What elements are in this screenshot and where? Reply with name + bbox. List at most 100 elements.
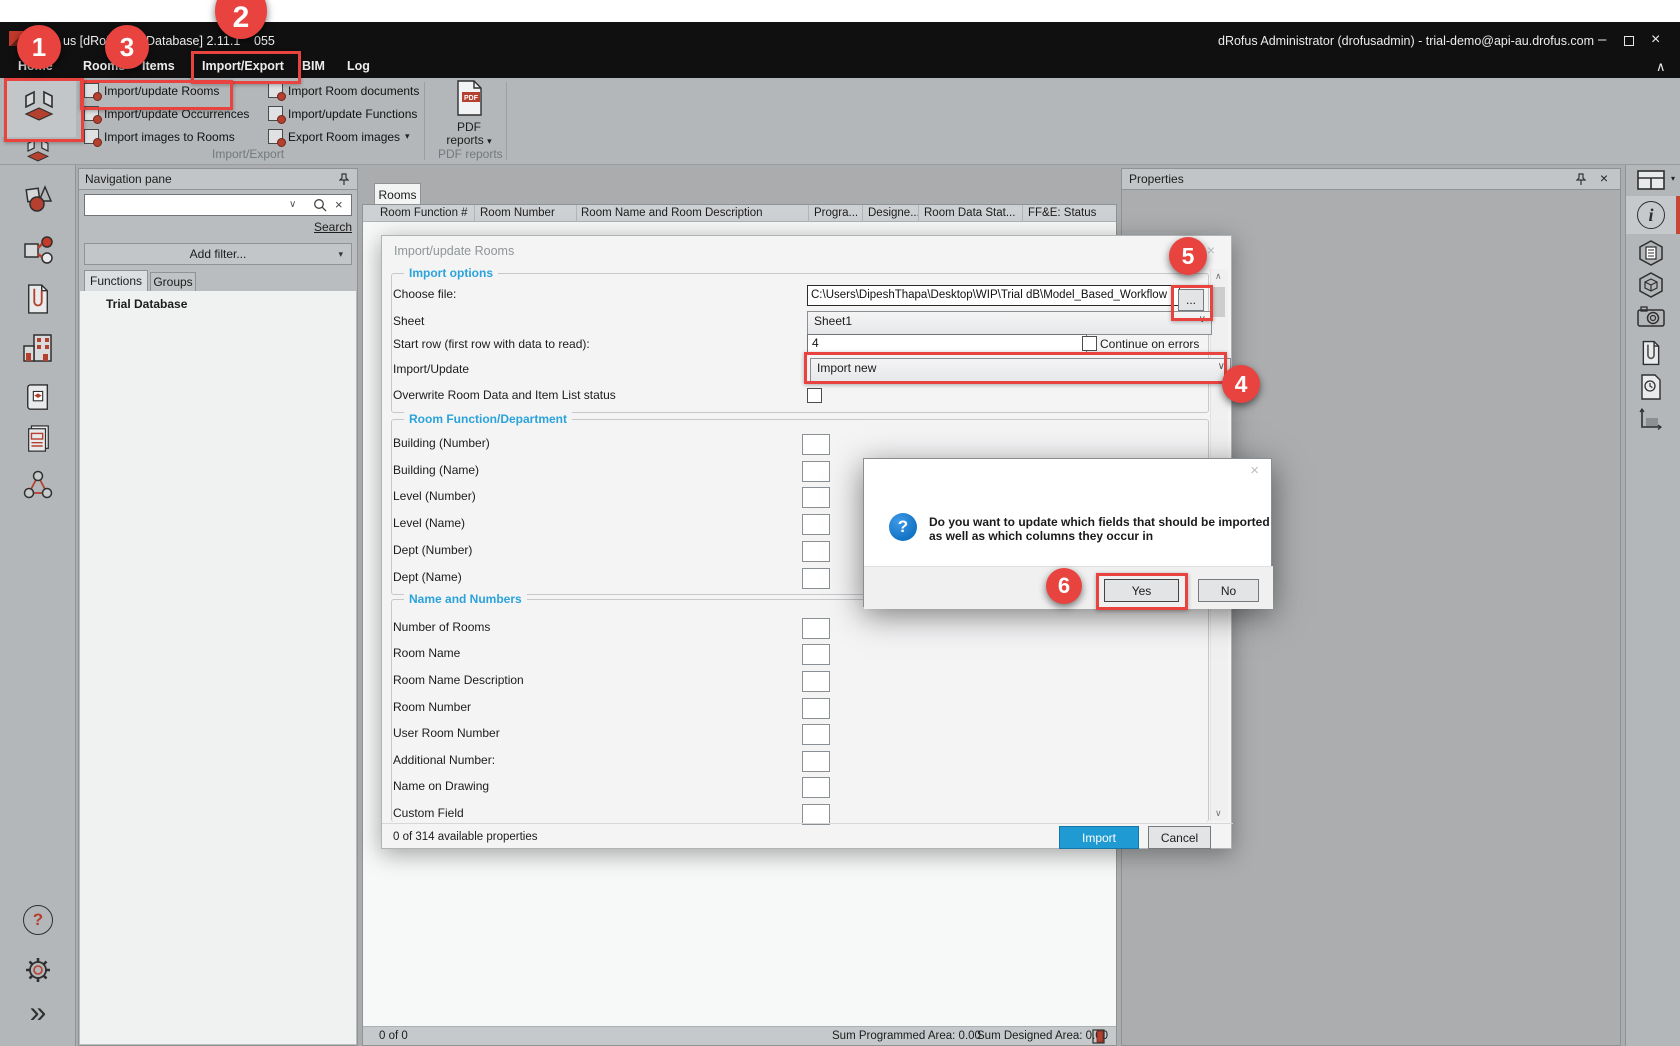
properties-header: Properties ×	[1121, 168, 1621, 190]
attachments-button[interactable]	[1625, 340, 1677, 366]
sum-designed-area: Sum Designed Area: 0.00	[977, 1030, 1108, 1042]
scrollbar-thumb[interactable]	[1212, 287, 1225, 317]
help-button[interactable]: ?	[0, 905, 76, 935]
sheet-select[interactable]: Sheet1 ∨	[807, 311, 1212, 335]
field-label: Dept (Name)	[393, 570, 462, 584]
close-panel-icon[interactable]: ×	[1600, 170, 1608, 186]
close-window-icon[interactable]: ×	[1651, 31, 1660, 49]
nav-search-input[interactable]: ∨ ×	[84, 194, 352, 216]
data-sheet-button[interactable]	[1625, 240, 1677, 266]
search-link[interactable]: Search	[314, 220, 352, 234]
column-box-custom-field[interactable]	[802, 804, 830, 825]
col-room-function[interactable]: Room Function #	[380, 207, 468, 219]
add-filter-button[interactable]: Add filter... ▾	[84, 243, 352, 265]
column-box-room-number[interactable]	[802, 698, 830, 719]
search-dropdown-icon[interactable]: ∨	[289, 199, 296, 210]
column-box-name-on-drawing[interactable]	[802, 777, 830, 798]
col-ffe-status[interactable]: FF&E: Status	[1028, 207, 1096, 219]
import-documents-icon	[268, 83, 283, 98]
info-tab-accent-bar	[1676, 196, 1680, 234]
nav-tree[interactable]: Trial Database	[80, 291, 356, 1044]
msgbox-close-icon[interactable]: ×	[1250, 462, 1259, 479]
buildings-button[interactable]	[0, 333, 76, 363]
field-label: Level (Name)	[393, 516, 465, 530]
column-box-level-name[interactable]	[802, 514, 830, 535]
column-box-room-name-description[interactable]	[802, 671, 830, 692]
column-box-level-number[interactable]	[802, 487, 830, 508]
column-box-dept-name[interactable]	[802, 568, 830, 589]
occurrences-button[interactable]	[0, 235, 76, 265]
dialog-footer-divider	[382, 823, 1233, 824]
col-programmed[interactable]: Progra...	[814, 207, 858, 219]
highlight-rect-import-update-rooms	[80, 80, 233, 110]
import-button[interactable]: Import	[1059, 826, 1139, 849]
model-3d-button[interactable]	[1625, 272, 1677, 298]
layout-view-button[interactable]: ▾	[1625, 170, 1677, 190]
import-update-functions-button[interactable]: Import/update Functions	[268, 106, 417, 121]
settings-button[interactable]	[0, 955, 76, 985]
column-box-room-name[interactable]	[802, 644, 830, 665]
ribbon-group-pdf-reports: PDF reports	[438, 147, 503, 161]
layout-icon	[1637, 170, 1665, 190]
tree-root-trial-database[interactable]: Trial Database	[106, 297, 187, 311]
highlight-rect-import-update-select	[804, 352, 1227, 384]
col-room-number[interactable]: Room Number	[480, 207, 555, 219]
cancel-button[interactable]: Cancel	[1148, 826, 1211, 849]
items-button[interactable]	[0, 183, 76, 213]
start-row-input[interactable]: 4	[807, 334, 1087, 353]
catalog-button[interactable]	[0, 383, 76, 413]
import-images-button[interactable]: Import images to Rooms	[84, 129, 235, 144]
minimize-icon[interactable]: –	[1598, 31, 1606, 48]
column-box-dept-number[interactable]	[802, 541, 830, 562]
column-box-number-of-rooms[interactable]	[802, 618, 830, 639]
tab-functions[interactable]: Functions	[84, 270, 148, 291]
pin-icon[interactable]	[339, 173, 349, 187]
export-images-icon	[268, 129, 283, 144]
area-measure-button[interactable]	[1625, 408, 1677, 432]
tab-groups[interactable]: Groups	[150, 272, 196, 291]
continue-on-errors-label[interactable]: Continue on errors	[1100, 337, 1199, 351]
dialog-close-icon[interactable]: ×	[1207, 242, 1215, 258]
col-designed[interactable]: Designe...	[868, 207, 920, 219]
import-functions-icon	[268, 106, 283, 121]
pdf-reports-button[interactable]: PDF PDF reports ▾	[436, 80, 502, 150]
overwrite-checkbox[interactable]	[807, 388, 822, 403]
column-box-additional-number[interactable]	[802, 751, 830, 772]
col-room-data-status[interactable]: Room Data Stat...	[924, 207, 1015, 219]
images-button[interactable]	[1625, 305, 1677, 327]
tab-rooms-panel[interactable]: Rooms	[374, 183, 421, 205]
expand-toolbar-button[interactable]: »	[0, 998, 76, 1028]
tab-items[interactable]: Items	[142, 59, 175, 73]
group-import-options-label: Import options	[404, 266, 498, 280]
attachment-document-icon	[1640, 340, 1662, 366]
tab-log[interactable]: Log	[347, 59, 370, 73]
column-box-building-name[interactable]	[802, 461, 830, 482]
info-tab-selected[interactable]: i	[1626, 196, 1676, 234]
msgbox-text-line1: Do you want to update which fields that …	[929, 515, 1270, 529]
search-clear-icon[interactable]: ×	[335, 197, 343, 212]
scroll-down-icon[interactable]: ∨	[1215, 808, 1222, 819]
scroll-up-icon[interactable]: ∧	[1215, 271, 1222, 282]
systems-button[interactable]	[0, 470, 76, 500]
continue-on-errors-checkbox[interactable]	[1082, 336, 1097, 351]
restore-icon[interactable]	[1624, 36, 1634, 46]
choose-file-input[interactable]: C:\Users\DipeshThapa\Desktop\WIP\Trial d…	[807, 285, 1180, 306]
group-room-function-label: Room Function/Department	[404, 412, 572, 426]
field-label: Room Name	[393, 646, 460, 660]
tab-bim[interactable]: BIM	[302, 59, 325, 73]
overwrite-label[interactable]: Overwrite Room Data and Item List status	[393, 388, 616, 402]
reports-button[interactable]	[0, 423, 76, 455]
export-room-images-button[interactable]: Export Room images ▾	[268, 129, 410, 144]
column-box-building-number[interactable]	[802, 434, 830, 455]
import-room-documents-button[interactable]: Import Room documents	[268, 83, 419, 98]
col-room-name[interactable]: Room Name and Room Description	[581, 207, 763, 219]
no-button[interactable]: No	[1198, 579, 1259, 602]
collapse-ribbon-icon[interactable]: ∧	[1656, 59, 1666, 75]
log-history-button[interactable]	[1625, 374, 1677, 400]
pin-icon[interactable]	[1576, 173, 1586, 187]
items-icon	[22, 183, 54, 213]
help-icon: ?	[23, 905, 53, 935]
search-icon[interactable]	[313, 198, 327, 212]
documents-button[interactable]	[0, 283, 76, 315]
column-box-user-room-number[interactable]	[802, 724, 830, 745]
